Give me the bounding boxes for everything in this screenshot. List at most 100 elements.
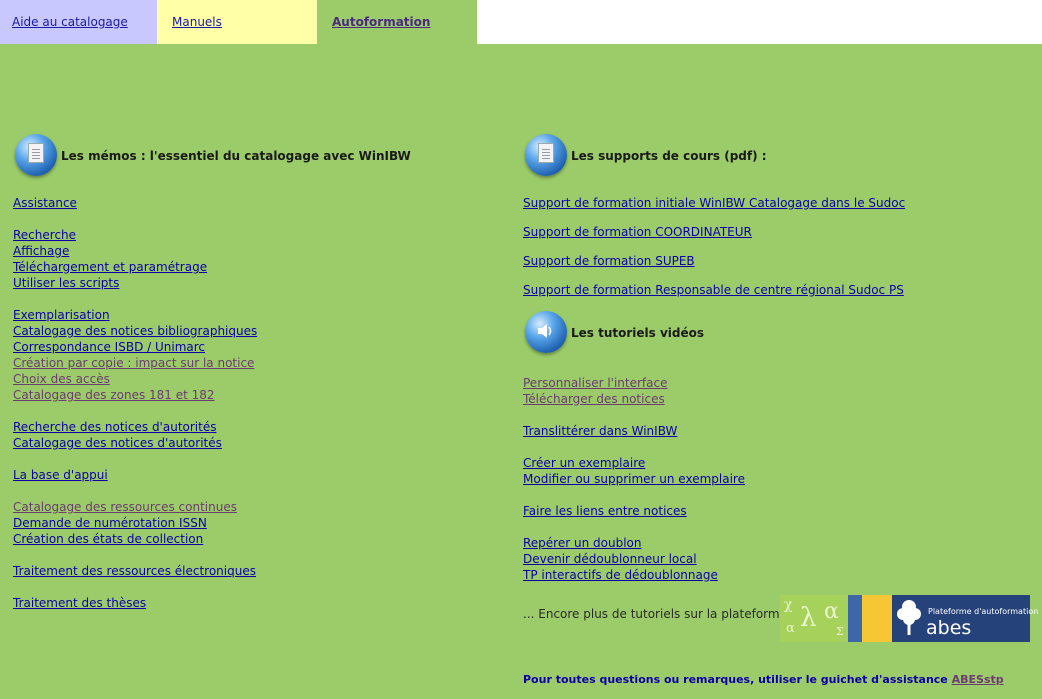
link-faire-les-liens-entre-notices[interactable]: Faire les liens entre notices — [523, 504, 687, 518]
list-item: Correspondance ISBD / Unimarc — [13, 339, 257, 355]
link-catalogage-des-ressources-continues[interactable]: Catalogage des ressources continues — [13, 500, 237, 514]
supports-list: Support de formation initiale WinIBW Cat… — [523, 195, 905, 311]
list-item: Catalogage des zones 181 et 182 — [13, 387, 257, 403]
link-correspondance-isbd-unimarc[interactable]: Correspondance ISBD / Unimarc — [13, 340, 205, 354]
list-item: Créer un exemplaire — [523, 455, 745, 471]
banner-brand: abes — [926, 617, 972, 639]
list-item: Traitement des ressources électroniques — [13, 563, 257, 579]
banner-abes-logo: Plateforme d'autoformation abes — [892, 595, 1038, 642]
tab-autoformation: Autoformation — [317, 0, 477, 44]
footer-note: Pour toutes questions ou remarques, util… — [523, 673, 1004, 686]
list-gap — [13, 291, 257, 307]
tutoriels-title: Les tutoriels vidéos — [571, 326, 705, 340]
supports-heading: Les supports de cours (pdf) : — [523, 133, 767, 179]
list-item: Devenir dédoublonneur local — [523, 551, 745, 567]
list-item: Choix des accès — [13, 371, 257, 387]
link-telecharger-des-notices[interactable]: Télécharger des notices — [523, 392, 665, 406]
list-item: Recherche des notices d'autorités — [13, 419, 257, 435]
list-gap — [523, 487, 745, 503]
link-demande-de-numerotation-issn[interactable]: Demande de numérotation ISSN — [13, 516, 207, 530]
list-item: Catalogage des notices d'autorités — [13, 435, 257, 451]
tab-bar-filler — [477, 0, 1042, 44]
supports-title: Les supports de cours (pdf) : — [571, 149, 767, 163]
link-exemplarisation[interactable]: Exemplarisation — [13, 308, 110, 322]
tutoriels-list: Personnaliser l'interface Télécharger des… — [523, 375, 745, 583]
list-item: Catalogage des notices bibliographiques — [13, 323, 257, 339]
link-support-de-formation-supeb[interactable]: Support de formation SUPEB — [523, 254, 695, 268]
tree-icon — [897, 600, 921, 635]
banner-yellow-stripe — [862, 595, 892, 642]
list-gap — [13, 211, 257, 227]
link-tp-interactifs-de-dedoublonnage[interactable]: TP interactifs de dédoublonnage — [523, 568, 718, 582]
link-personnaliser-l-interface[interactable]: Personnaliser l'interface — [523, 376, 668, 390]
tab-manuels-link[interactable]: Manuels — [172, 15, 222, 29]
list-item: Faire les liens entre notices — [523, 503, 745, 519]
memos-heading: Les mémos : l'essentiel du catalogage av… — [13, 133, 411, 179]
list-gap — [523, 407, 745, 423]
link-modifier-ou-supprimer-un-exemplaire[interactable]: Modifier ou supprimer un exemplaire — [523, 472, 745, 486]
list-item: Repérer un doublon — [523, 535, 745, 551]
link-catalogage-des-notices-d-autorites[interactable]: Catalogage des notices d'autorités — [13, 436, 222, 450]
list-gap — [13, 579, 257, 595]
list-item: Recherche — [13, 227, 257, 243]
more-tutorials: ... Encore plus de tutoriels sur la plat… — [523, 598, 787, 630]
list-item: Modifier ou supprimer un exemplaire — [523, 471, 745, 487]
list-item: Télécharger des notices — [523, 391, 745, 407]
list-item: Création des états de collection — [13, 531, 257, 547]
link-translitterer-dans-winibw[interactable]: Translittérer dans WinIBW — [523, 424, 677, 438]
list-item: TP interactifs de dédoublonnage — [523, 567, 745, 583]
link-support-de-formation-coordinateur[interactable]: Support de formation COORDINATEUR — [523, 225, 752, 239]
memos-title: Les mémos : l'essentiel du catalogage av… — [61, 149, 411, 163]
banner-greek-letters-image: χ λ α α Σ — [780, 595, 848, 642]
list-item: Téléchargement et paramétrage — [13, 259, 257, 275]
list-item: Création par copie : impact sur la notic… — [13, 355, 257, 371]
link-support-de-formation-initiale-winibw-catalogage-dans-le-sudoc[interactable]: Support de formation initiale WinIBW Cat… — [523, 196, 905, 210]
list-item: Support de formation COORDINATEUR — [523, 224, 905, 253]
link-support-de-formation-responsable-de-centre-regional-sudoc-ps[interactable]: Support de formation Responsable de cent… — [523, 283, 904, 297]
list-gap — [13, 547, 257, 563]
link-utiliser-les-scripts[interactable]: Utiliser les scripts — [13, 276, 119, 290]
list-item: Exemplarisation — [13, 307, 257, 323]
link-traitement-des-ressources-electroniques[interactable]: Traitement des ressources électroniques — [13, 564, 256, 578]
link-creer-un-exemplaire[interactable]: Créer un exemplaire — [523, 456, 645, 470]
tab-bar: Aide au catalogage Manuels Autoformation — [0, 0, 1042, 44]
link-creation-des-etats-de-collection[interactable]: Création des états de collection — [13, 532, 203, 546]
document-globe-icon — [13, 133, 57, 179]
link-la-base-d-appui[interactable]: La base d'appui — [13, 468, 108, 482]
link-catalogage-des-zones-181-et-182[interactable]: Catalogage des zones 181 et 182 — [13, 388, 215, 402]
link-creation-par-copie-impact-sur-la-notice[interactable]: Création par copie : impact sur la notic… — [13, 356, 254, 370]
tab-aide-catalogage-link[interactable]: Aide au catalogage — [12, 15, 128, 29]
more-tutorials-text: ... Encore plus de tutoriels sur la plat… — [523, 607, 787, 621]
pdf-document-globe-icon — [523, 133, 567, 179]
abesstp-link[interactable]: ABESstp — [952, 673, 1004, 686]
link-traitement-des-theses[interactable]: Traitement des thèses — [13, 596, 146, 610]
list-item: Translittérer dans WinIBW — [523, 423, 745, 439]
banner-platform-label: Plateforme d'autoformation — [928, 607, 1039, 616]
list-gap — [523, 519, 745, 535]
list-item: Demande de numérotation ISSN — [13, 515, 257, 531]
list-item: Utiliser les scripts — [13, 275, 257, 291]
banner-blue-stripe — [848, 595, 862, 642]
speaker-globe-icon — [523, 310, 567, 356]
link-assistance[interactable]: Assistance — [13, 196, 77, 210]
list-gap — [13, 483, 257, 499]
link-telechargement-et-parametrage[interactable]: Téléchargement et paramétrage — [13, 260, 207, 274]
list-item: Support de formation initiale WinIBW Cat… — [523, 195, 905, 224]
list-item: Affichage — [13, 243, 257, 259]
list-gap — [13, 403, 257, 419]
link-recherche-des-notices-d-autorites[interactable]: Recherche des notices d'autorités — [13, 420, 216, 434]
link-choix-des-acces[interactable]: Choix des accès — [13, 372, 110, 386]
link-affichage[interactable]: Affichage — [13, 244, 69, 258]
footer-text: Pour toutes questions ou remarques, util… — [523, 673, 948, 686]
link-recherche[interactable]: Recherche — [13, 228, 76, 242]
memos-list: Assistance Recherche Affichage Téléchargeme… — [13, 195, 257, 611]
tab-autoformation-link[interactable]: Autoformation — [332, 15, 430, 29]
tab-manuels: Manuels — [157, 0, 317, 44]
list-item: Assistance — [13, 195, 257, 211]
link-catalogage-des-notices-bibliographiques[interactable]: Catalogage des notices bibliographiques — [13, 324, 257, 338]
abes-platform-banner[interactable]: χ λ α α Σ Plateforme d'autoformation abe… — [780, 595, 1038, 642]
list-item: Traitement des thèses — [13, 595, 257, 611]
list-gap — [13, 451, 257, 467]
link-reperer-un-doublon[interactable]: Repérer un doublon — [523, 536, 641, 550]
link-devenir-dedoublonneur-local[interactable]: Devenir dédoublonneur local — [523, 552, 697, 566]
